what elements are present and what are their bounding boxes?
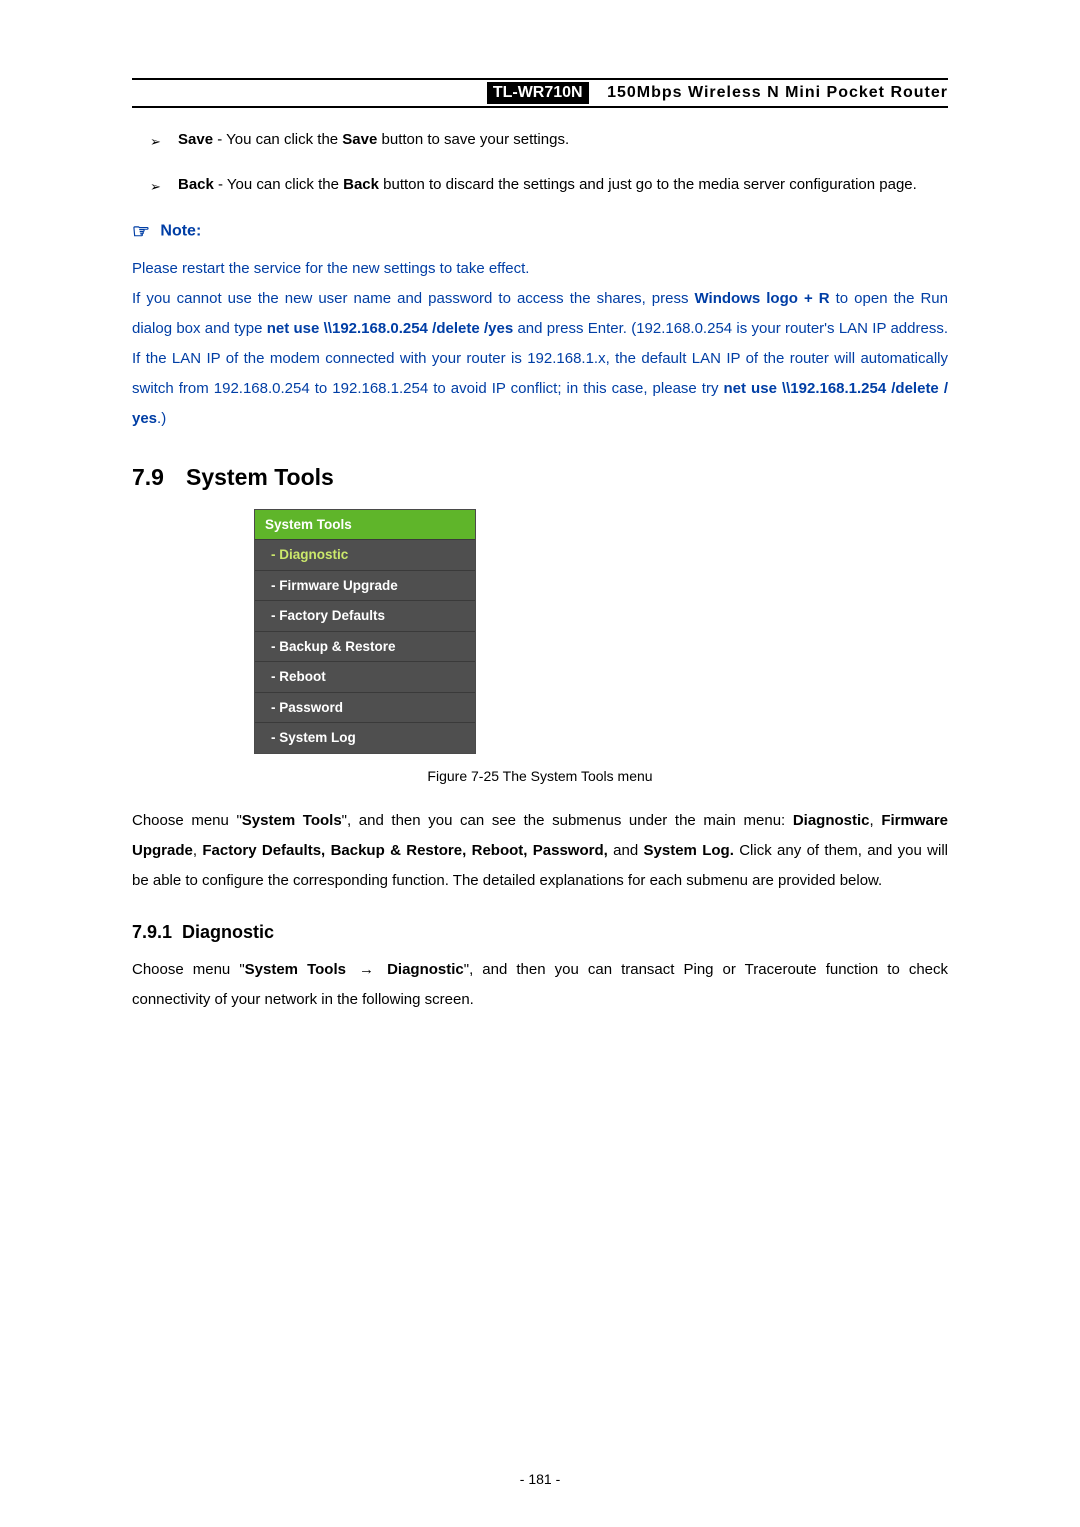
menu-item-system-log[interactable]: - System Log: [255, 722, 475, 753]
menu-item-firmware-upgrade[interactable]: - Firmware Upgrade: [255, 570, 475, 601]
subsection-number: 7.9.1: [132, 922, 182, 942]
list-item: ➢ Save - You can click the Save button t…: [150, 126, 948, 153]
document-page: TL-WR710N 150Mbps Wireless N Mini Pocket…: [0, 0, 1080, 1527]
note-line-1: Please restart the service for the new s…: [132, 260, 529, 277]
header-inner: TL-WR710N 150Mbps Wireless N Mini Pocket…: [487, 82, 948, 104]
section-number: 7.9: [132, 464, 186, 490]
subsection-heading: 7.9.1Diagnostic: [132, 922, 948, 943]
model-desc: 150Mbps Wireless N Mini Pocket Router: [593, 82, 948, 104]
bullet-list: ➢ Save - You can click the Save button t…: [150, 126, 948, 199]
menu-item-factory-defaults[interactable]: - Factory Defaults: [255, 600, 475, 631]
menu-item-reboot[interactable]: - Reboot: [255, 661, 475, 692]
menu-item-diagnostic[interactable]: - Diagnostic: [255, 539, 475, 570]
section-heading: 7.9System Tools: [132, 464, 948, 491]
list-item: ➢ Back - You can click the Back button t…: [150, 171, 948, 198]
note-heading: ☞ Note:: [132, 219, 948, 244]
subsection-title: Diagnostic: [182, 922, 274, 942]
page-header-band: TL-WR710N 150Mbps Wireless N Mini Pocket…: [132, 78, 948, 108]
page-number: - 181 -: [0, 1471, 1080, 1487]
list-item-text: Back - You can click the Back button to …: [178, 171, 948, 198]
menu-title: System Tools: [255, 510, 475, 540]
menu-item-backup-restore[interactable]: - Backup & Restore: [255, 631, 475, 662]
diagnostic-paragraph: Choose menu "System Tools → Diagnostic",…: [132, 955, 948, 1015]
figure-caption: Figure 7-25 The System Tools menu: [132, 768, 948, 784]
note-label: Note:: [160, 223, 201, 240]
pointing-hand-icon: ☞: [132, 219, 150, 244]
model-badge: TL-WR710N: [487, 82, 589, 104]
note-body: Please restart the service for the new s…: [132, 254, 948, 434]
chevron-right-icon: ➢: [150, 171, 178, 198]
system-tools-menu: System Tools - Diagnostic - Firmware Upg…: [254, 509, 476, 754]
section-title: System Tools: [186, 464, 334, 490]
chevron-right-icon: ➢: [150, 126, 178, 153]
arrow-right-icon: →: [355, 961, 378, 978]
list-item-text: Save - You can click the Save button to …: [178, 126, 948, 153]
intro-paragraph: Choose menu "System Tools", and then you…: [132, 806, 948, 896]
menu-item-password[interactable]: - Password: [255, 692, 475, 723]
